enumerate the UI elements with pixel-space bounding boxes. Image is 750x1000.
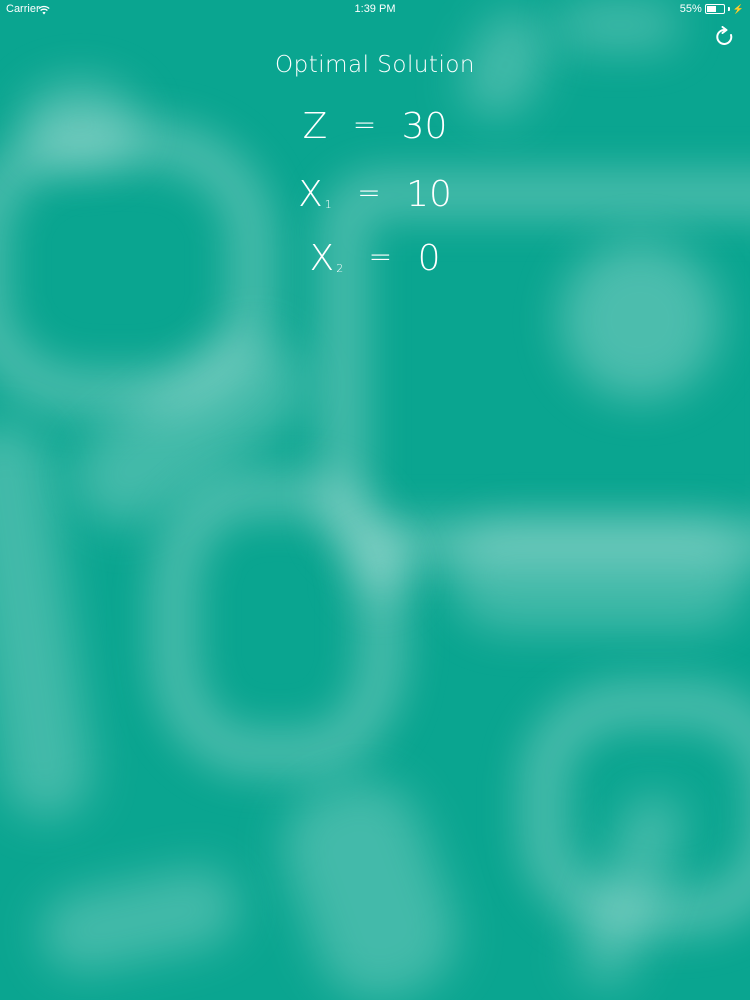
refresh-icon [716,26,733,45]
refresh-button[interactable] [714,26,736,48]
solution-title: Optimal Solution [274,52,475,78]
x1-letter: X [298,174,323,215]
equals-sign: = [357,176,381,209]
battery-tip [727,7,730,11]
x2-value: 0 [417,238,441,279]
x2-variable: X2 [310,238,344,279]
battery-fill [706,6,716,12]
objective-value: 30 [401,106,448,147]
x1-value: 10 [406,174,452,215]
x2-row: X2 = 0 [0,238,750,279]
x1-variable: X1 [298,174,332,215]
battery-icon [704,4,725,14]
status-bar: Carrier 1:39 PM 55% ⚡ [0,0,750,18]
x2-letter: X [309,238,335,279]
objective-variable: Z [302,106,328,147]
x1-row: X1 = 10 [0,174,750,215]
battery-indicator: 55% ⚡ [680,0,744,18]
chalkboard-background [0,0,750,1000]
equals-sign: = [352,108,377,141]
status-time: 1:39 PM [354,3,396,15]
charging-bolt-icon: ⚡ [732,4,744,14]
equals-sign: = [368,240,393,273]
objective-row: Z = 30 [0,106,750,147]
x2-subscript: 2 [336,262,344,275]
battery-percent: 55% [679,3,702,15]
x1-subscript: 1 [324,198,332,211]
